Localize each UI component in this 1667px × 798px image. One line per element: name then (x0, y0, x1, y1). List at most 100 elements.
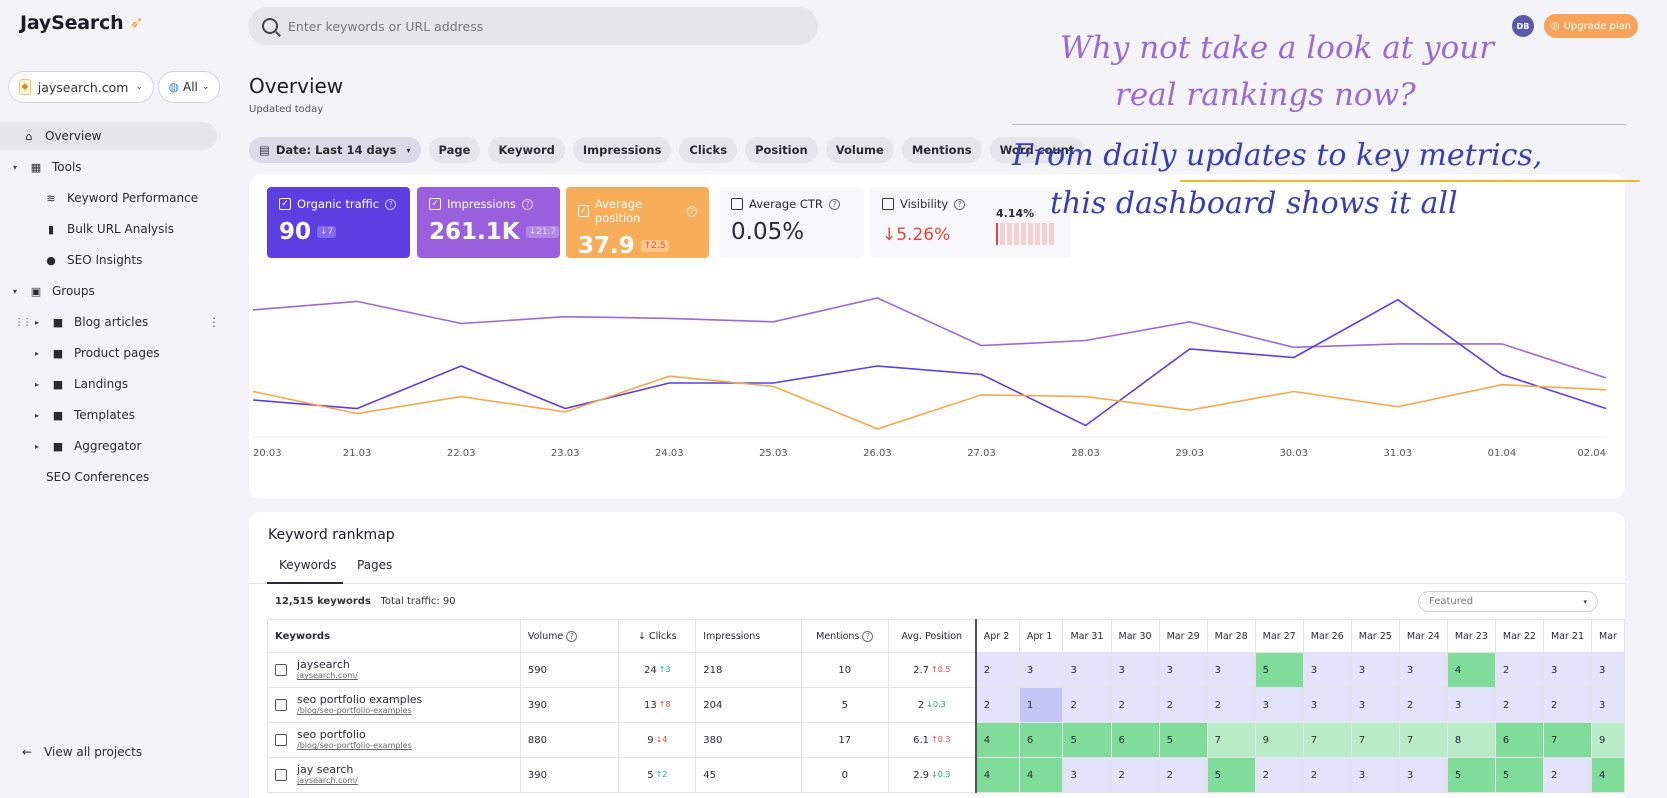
rank-heat-cell[interactable]: 3 (1110, 652, 1160, 688)
rank-heat-cell[interactable]: 4 (1591, 757, 1625, 793)
sidebar-item-seo-conferences[interactable]: SEO Conferences (46, 463, 149, 491)
checkbox-unchecked-icon[interactable] (731, 198, 743, 210)
sidebar-item-product-pages[interactable]: ▸ ■ Product pages (32, 339, 160, 367)
rank-heat-cell[interactable]: 2 (1110, 687, 1160, 723)
rank-heat-cell[interactable]: 3 (1018, 652, 1064, 688)
filter-position[interactable]: Position (745, 137, 818, 163)
rank-heat-cell[interactable]: 7 (1206, 722, 1256, 758)
metric-average-ctr[interactable]: Average CTR ? 0.05% (719, 187, 864, 258)
keyword-url-link[interactable]: /blog/seo-portfolio-examples (297, 706, 422, 716)
rank-heat-cell[interactable]: 3 (1302, 687, 1352, 723)
keyword-name[interactable]: seo portfolio examples (297, 694, 422, 706)
column-header-keywords[interactable]: Keywords (267, 619, 521, 653)
metric-organic-traffic[interactable]: ✓ Organic traffic ? 90 ↓7 (267, 187, 410, 258)
sidebar-item-blog-articles[interactable]: ⋮⋮ ▸ ■ Blog articles ⋮ (0, 308, 232, 336)
checkbox-checked-icon[interactable]: ✓ (279, 198, 291, 210)
rank-heat-cell[interactable]: 2 (1110, 757, 1160, 793)
row-checkbox[interactable] (275, 769, 287, 781)
rank-heat-cell[interactable]: 2 (1542, 757, 1593, 793)
rank-heat-cell[interactable]: 7 (1350, 722, 1400, 758)
sort-select[interactable]: Featured ▾ (1418, 591, 1598, 612)
rank-heat-cell[interactable]: 5 (1446, 757, 1496, 793)
rank-heat-cell[interactable]: 6 (1110, 722, 1160, 758)
table-row[interactable]: seo portfolio/blog/seo-portfolio-example… (267, 722, 1625, 758)
rank-heat-cell[interactable]: 2 (1158, 757, 1208, 793)
search-input[interactable] (288, 18, 768, 34)
column-header-date[interactable]: Mar 30 (1110, 619, 1160, 653)
rank-heat-cell[interactable]: 4 (974, 722, 1020, 758)
table-row[interactable]: seo portfolio examples/blog/seo-portfoli… (267, 687, 1625, 723)
scope-select[interactable]: ◍ All ⌄ (158, 71, 220, 103)
metric-visibility[interactable]: Visibility ? ↓5.26% 4.14% (870, 187, 1070, 258)
metric-average-position[interactable]: ✓ Average position ? 37.9 ↑2.5 (566, 187, 709, 259)
checkbox-unchecked-icon[interactable] (882, 198, 894, 210)
rank-heat-cell[interactable]: 1 (1018, 687, 1064, 723)
column-header-volume[interactable]: Volume ? (519, 619, 620, 653)
view-all-projects-link[interactable]: ← View all projects (22, 745, 142, 759)
column-header-clicks[interactable]: ↓ Clicks (618, 619, 697, 653)
keyword-name[interactable]: jay search (297, 764, 358, 776)
column-header-avg-position[interactable]: Avg. Position (887, 619, 977, 653)
search-bar[interactable] (248, 7, 818, 45)
rank-heat-cell[interactable]: 3 (1254, 687, 1304, 723)
keyword-name[interactable]: seo portfolio (297, 729, 412, 741)
rank-heat-cell[interactable]: 2 (1542, 687, 1593, 723)
rank-heat-cell[interactable]: 3 (1591, 652, 1625, 688)
rank-heat-cell[interactable]: 2 (1494, 652, 1544, 688)
rank-heat-cell[interactable]: 3 (1350, 652, 1400, 688)
row-checkbox[interactable] (275, 664, 287, 676)
rank-heat-cell[interactable]: 2 (1398, 687, 1448, 723)
column-header-date[interactable]: Mar 23 (1446, 619, 1496, 653)
sidebar-item-seo-insights[interactable]: ● SEO Insights (44, 246, 142, 274)
filter-clicks[interactable]: Clicks (679, 137, 738, 163)
rank-heat-cell[interactable]: 3 (1158, 652, 1208, 688)
rank-heat-cell[interactable]: 3 (1062, 652, 1112, 688)
help-icon[interactable]: ? (385, 198, 397, 210)
column-header-date[interactable]: Apr 2 (974, 619, 1020, 653)
rank-heat-cell[interactable]: 3 (1398, 652, 1448, 688)
sidebar-item-tools[interactable]: ▾ ▦ Tools (10, 153, 82, 181)
table-row[interactable]: jay search jaysearch.com/390 5 ↑2 45 0 2.9 ↓0.3… (267, 757, 1625, 793)
checkbox-checked-icon[interactable]: ✓ (429, 198, 441, 210)
column-header-date[interactable]: Mar 22 (1494, 619, 1544, 653)
rank-heat-cell[interactable]: 9 (1254, 722, 1304, 758)
drag-handle-icon[interactable]: ⋮⋮ (14, 317, 32, 328)
rank-heat-cell[interactable]: 5 (1158, 722, 1208, 758)
rank-heat-cell[interactable]: 2 (974, 652, 1020, 688)
rank-heat-cell[interactable]: 7 (1398, 722, 1448, 758)
filter-keyword[interactable]: Keyword (488, 137, 565, 163)
help-icon[interactable]: ? (954, 198, 966, 210)
rank-heat-cell[interactable]: 4 (974, 757, 1020, 793)
filter-page[interactable]: Page (428, 137, 481, 163)
rank-heat-cell[interactable]: 5 (1062, 722, 1112, 758)
help-icon[interactable]: ? (686, 205, 697, 217)
rank-heat-cell[interactable]: 3 (1350, 757, 1400, 793)
rank-heat-cell[interactable]: 6 (1494, 722, 1544, 758)
rank-heat-cell[interactable]: 3 (1302, 652, 1352, 688)
keyword-name[interactable]: jaysearch (297, 659, 358, 671)
sidebar-item-bulk-url-analysis[interactable]: ▮ Bulk URL Analysis (44, 215, 174, 243)
rank-heat-cell[interactable]: 2 (1494, 687, 1544, 723)
sidebar-item-groups[interactable]: ▾ ▣ Groups (10, 277, 95, 305)
rank-heat-cell[interactable]: 4 (1018, 757, 1064, 793)
row-checkbox[interactable] (275, 699, 287, 711)
rank-heat-cell[interactable]: 3 (1398, 757, 1448, 793)
rank-heat-cell[interactable]: 5 (1254, 652, 1304, 688)
rank-heat-cell[interactable]: 5 (1494, 757, 1544, 793)
rank-heat-cell[interactable]: 2 (1158, 687, 1208, 723)
filter-mentions[interactable]: Mentions (901, 137, 982, 163)
keyword-url-link[interactable]: jaysearch.com/ (297, 776, 358, 786)
column-header-date[interactable]: Mar 25 (1350, 619, 1400, 653)
help-icon[interactable]: ? (566, 630, 578, 642)
keyword-url-link[interactable]: /blog/seo-portfolio-examples (297, 741, 412, 751)
column-header-date[interactable]: Mar 29 (1158, 619, 1208, 653)
column-header-date[interactable]: Mar 26 (1302, 619, 1352, 653)
rank-heat-cell[interactable]: 3 (1446, 687, 1496, 723)
table-row[interactable]: jaysearch jaysearch.com/590 24 ↑3 218 10 2.7 ↑0… (267, 652, 1625, 688)
series-line-organic-traffic[interactable] (252, 298, 1607, 427)
column-header-mentions[interactable]: Mentions ? (800, 619, 889, 653)
sidebar-item-aggregator[interactable]: ▸ ■ Aggregator (32, 432, 141, 460)
rank-heat-cell[interactable]: 9 (1591, 722, 1625, 758)
series-line-impressions[interactable] (252, 297, 1607, 379)
rank-heat-cell[interactable]: 2 (974, 687, 1020, 723)
